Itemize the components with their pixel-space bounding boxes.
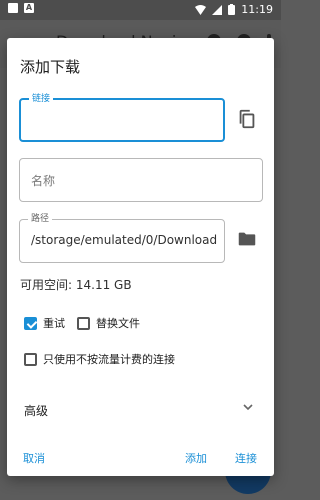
status-bar: A 11:19 — [0, 0, 281, 20]
path-field-label: 路径 — [28, 213, 53, 225]
notification-icon — [8, 3, 18, 13]
unmetered-only-option[interactable]: 只使用不按流量计费的连接 — [24, 351, 175, 367]
path-field-value: /storage/emulated/0/Download — [31, 233, 218, 247]
retry-option[interactable]: 重试 — [24, 315, 65, 331]
retry-label: 重试 — [43, 317, 65, 330]
signal-icon — [212, 4, 223, 15]
chevron-down-icon[interactable] — [241, 400, 255, 414]
link-field[interactable]: 链接 — [19, 93, 225, 142]
notification-a-icon: A — [24, 3, 34, 13]
unmetered-only-label: 只使用不按流量计费的连接 — [43, 353, 175, 366]
replace-file-label: 替换文件 — [96, 317, 140, 330]
path-field[interactable]: 路径 /storage/emulated/0/Download — [19, 213, 225, 263]
folder-icon[interactable] — [236, 228, 258, 250]
add-button[interactable]: 添加 — [185, 450, 207, 466]
add-download-dialog: 添加下载 链接 名称 路径 /storage/emulated/0/Downlo… — [7, 38, 274, 476]
name-field-placeholder: 名称 — [31, 174, 56, 188]
free-space-text: 可用空间: 14.11 GB — [20, 278, 132, 292]
replace-file-checkbox[interactable] — [77, 316, 90, 330]
copy-icon[interactable] — [236, 108, 258, 130]
retry-checkbox[interactable] — [24, 316, 37, 330]
advanced-section-toggle[interactable]: 高级 — [24, 402, 48, 419]
dialog-title: 添加下载 — [20, 58, 81, 76]
unmetered-only-checkbox[interactable] — [24, 352, 37, 366]
connect-button[interactable]: 连接 — [235, 450, 257, 466]
replace-file-option[interactable]: 替换文件 — [77, 315, 140, 331]
clock: 11:19 — [241, 3, 273, 16]
name-field[interactable]: 名称 — [19, 158, 263, 202]
link-field-label: 链接 — [29, 93, 54, 105]
battery-icon — [228, 4, 236, 15]
cancel-button[interactable]: 取消 — [23, 450, 45, 466]
wifi-icon — [195, 4, 207, 15]
